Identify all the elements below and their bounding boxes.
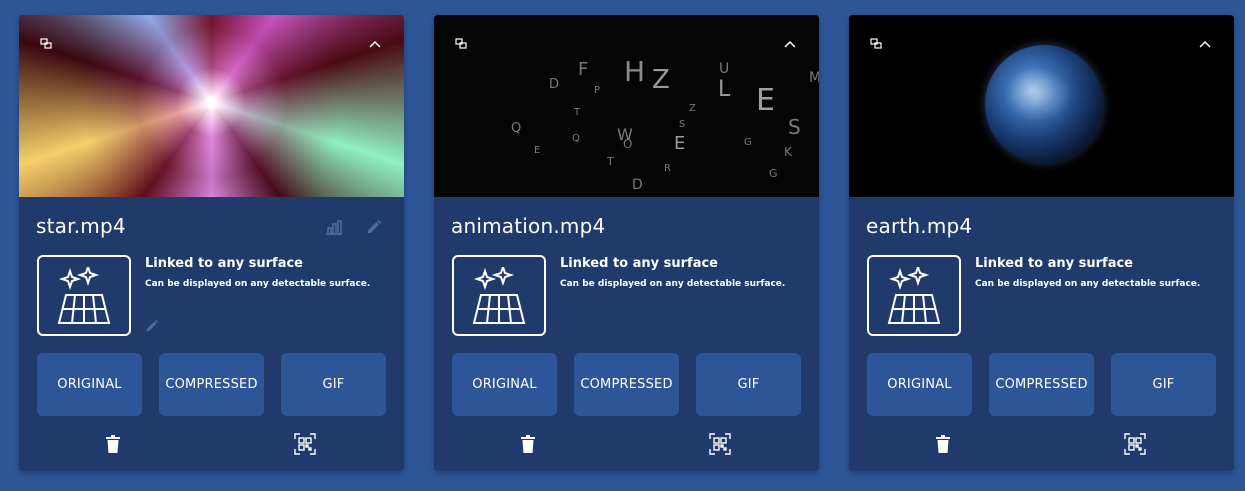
thumbnail-letter: Z [689,103,696,114]
earth-globe [985,45,1103,163]
compressed-button[interactable]: COMPRESSED [989,353,1094,416]
thumbnail-letter: T [607,155,614,168]
surface-description: Can be displayed on any detectable surfa… [145,279,371,289]
analytics-icon[interactable] [324,217,344,237]
thumbnail-letter: F [578,59,589,80]
card-title: earth.mp4 [866,214,973,238]
thumbnail-letter: D [549,77,560,92]
collapse-chevron-icon[interactable] [1196,35,1214,53]
title-tools [324,217,384,237]
switch-view-icon[interactable] [452,35,470,53]
video-thumbnail[interactable] [849,15,1234,197]
surface-title: Linked to any surface [560,256,718,271]
thumbnail-letter: K [784,145,792,159]
trash-icon[interactable] [932,433,954,455]
original-button[interactable]: ORIGINAL [37,353,142,416]
thumbnail-letter: L [718,77,731,102]
media-card-animation: H Z F D U L E M Q S W O E K T G D Q P S … [434,15,819,471]
thumbnail-letter: G [744,137,752,148]
surface-title: Linked to any surface [145,256,303,271]
surface-title: Linked to any surface [975,256,1133,271]
thumbnail-letter: E [756,83,775,118]
video-thumbnail[interactable]: H Z F D U L E M Q S W O E K T G D Q P S … [434,15,819,197]
surface-icon [452,255,546,336]
thumbnail-letter: H [624,55,646,88]
media-card-earth: earth.mp4 Linked to any surface Can be d… [849,15,1234,471]
thumbnail-letter: S [679,119,686,130]
thumbnail-letter: P [594,85,601,96]
gif-button[interactable]: GIF [281,353,386,416]
compressed-button[interactable]: COMPRESSED [159,353,264,416]
surface-icon [37,255,131,336]
original-button[interactable]: ORIGINAL [452,353,557,416]
collapse-chevron-icon[interactable] [366,35,384,53]
collapse-chevron-icon[interactable] [781,35,799,53]
thumbnail-letter: T [574,107,581,118]
thumbnail-letter: Q [572,133,580,144]
compressed-button[interactable]: COMPRESSED [574,353,679,416]
surface-description: Can be displayed on any detectable surfa… [975,279,1201,289]
qr-code-icon[interactable] [1124,433,1146,455]
gif-button[interactable]: GIF [696,353,801,416]
thumbnail-letter: S [788,115,801,139]
trash-icon[interactable] [517,433,539,455]
thumbnail-letter: D [632,177,643,193]
video-thumbnail[interactable] [19,15,404,197]
edit-surface-icon[interactable] [145,318,161,334]
media-card-star: star.mp4 Linked to any surface Can be di… [19,15,404,471]
thumbnail-letter: R [664,163,671,174]
thumbnail-letter: O [623,137,633,151]
thumbnail-letter: E [674,133,686,154]
thumbnail-letter: E [534,145,541,156]
card-title: animation.mp4 [451,214,606,238]
thumbnail-letter: U [719,61,730,77]
surface-icon [867,255,961,336]
switch-view-icon[interactable] [867,35,885,53]
gif-button[interactable]: GIF [1111,353,1216,416]
thumbnail-letter: G [769,167,778,180]
edit-icon[interactable] [364,217,384,237]
original-button[interactable]: ORIGINAL [867,353,972,416]
surface-description: Can be displayed on any detectable surfa… [560,279,786,289]
switch-view-icon[interactable] [37,35,55,53]
qr-code-icon[interactable] [294,433,316,455]
trash-icon[interactable] [102,433,124,455]
qr-code-icon[interactable] [709,433,731,455]
thumbnail-letter: Z [652,65,670,95]
thumbnail-letter: M [809,70,819,86]
media-card-grid: star.mp4 Linked to any surface Can be di… [0,0,1245,491]
thumbnail-letter: Q [511,121,522,136]
card-title: star.mp4 [36,214,126,238]
